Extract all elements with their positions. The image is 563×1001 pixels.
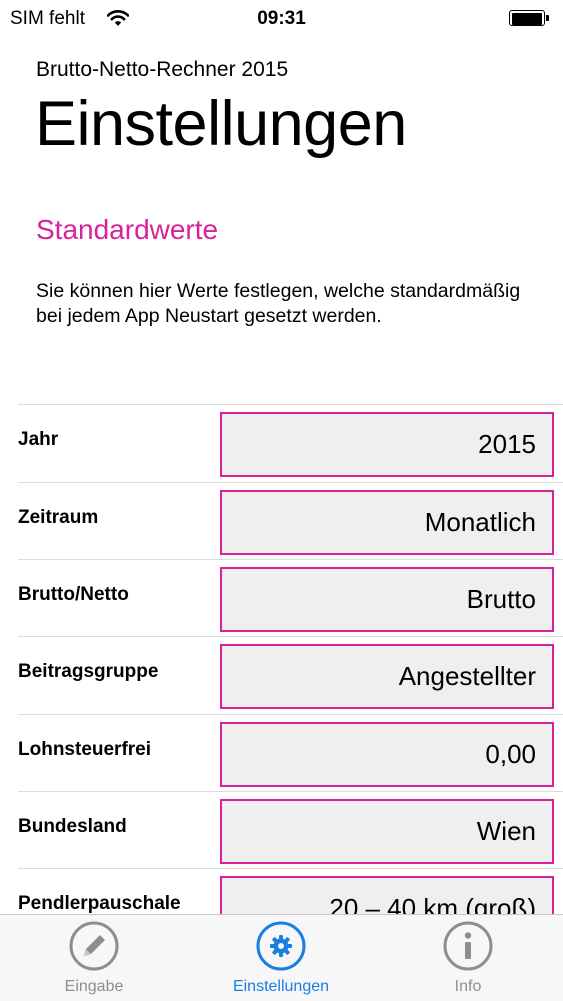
beitragsgruppe-field[interactable]: Angestellter xyxy=(220,644,554,709)
setting-label-jahr: Jahr xyxy=(18,429,59,450)
page-title: Einstellungen xyxy=(35,89,407,159)
bundesland-field[interactable]: Wien xyxy=(220,799,554,864)
tab-einstellungen[interactable]: Einstellungen xyxy=(211,915,351,1001)
tab-label-einstellungen: Einstellungen xyxy=(232,978,330,995)
pendlerpauschale-field[interactable]: 20 – 40 km (groß) xyxy=(220,876,554,914)
setting-label-pendlerpauschale: Pendlerpauschale xyxy=(18,893,181,914)
brutto-netto-field[interactable]: Brutto xyxy=(220,567,554,632)
setting-row-jahr: Jahr 2015 xyxy=(0,404,563,482)
setting-row-zeitraum: Zeitraum Monatlich xyxy=(0,482,563,560)
setting-row-bundesland: Bundesland Wien xyxy=(0,791,563,869)
setting-row-pendlerpauschale: Pendlerpauschale 20 – 40 km (groß) xyxy=(0,868,563,914)
status-time: 09:31 xyxy=(257,8,306,29)
tab-label-eingabe: Eingabe xyxy=(64,978,124,995)
setting-label-brutto-netto: Brutto/Netto xyxy=(18,584,129,605)
row-divider xyxy=(18,559,563,560)
zeitraum-field[interactable]: Monatlich xyxy=(220,490,554,555)
row-divider xyxy=(18,404,563,405)
section-heading: Standardwerte xyxy=(36,214,219,245)
setting-label-bundesland: Bundesland xyxy=(18,816,127,837)
setting-label-lohnsteuerfrei: Lohnsteuerfrei xyxy=(18,739,152,760)
tab-info[interactable]: Info xyxy=(398,915,538,1001)
settings-list[interactable]: Jahr 2015 Zeitraum Monatlich Brutto/Nett… xyxy=(0,404,563,914)
row-divider xyxy=(18,791,563,792)
jahr-field[interactable]: 2015 xyxy=(220,412,554,477)
gear-icon xyxy=(256,921,306,971)
row-divider xyxy=(18,482,563,483)
setting-label-zeitraum: Zeitraum xyxy=(18,507,99,528)
pencil-icon xyxy=(69,921,119,971)
row-divider xyxy=(18,636,563,637)
setting-row-lohnsteuerfrei: Lohnsteuerfrei 0,00 xyxy=(0,714,563,792)
info-icon xyxy=(443,921,493,971)
row-divider xyxy=(18,868,563,869)
app-subtitle: Brutto-Netto-Rechner 2015 xyxy=(36,58,289,81)
setting-row-beitragsgruppe: Beitragsgruppe Angestellter xyxy=(0,636,563,714)
lohnsteuerfrei-field[interactable]: 0,00 xyxy=(220,722,554,787)
tab-eingabe[interactable]: Eingabe xyxy=(24,915,164,1001)
tab-bar: Eingabe Einstellungen Info xyxy=(0,914,563,1001)
row-divider xyxy=(18,714,563,715)
tab-label-info: Info xyxy=(454,978,482,995)
setting-label-beitragsgruppe: Beitragsgruppe xyxy=(18,661,159,682)
status-bar: SIM fehlt 09:31 xyxy=(0,0,563,40)
battery-icon xyxy=(509,10,549,28)
section-description: Sie können hier Werte festlegen, welche … xyxy=(36,280,521,327)
setting-row-brutto-netto: Brutto/Netto Brutto xyxy=(0,559,563,637)
